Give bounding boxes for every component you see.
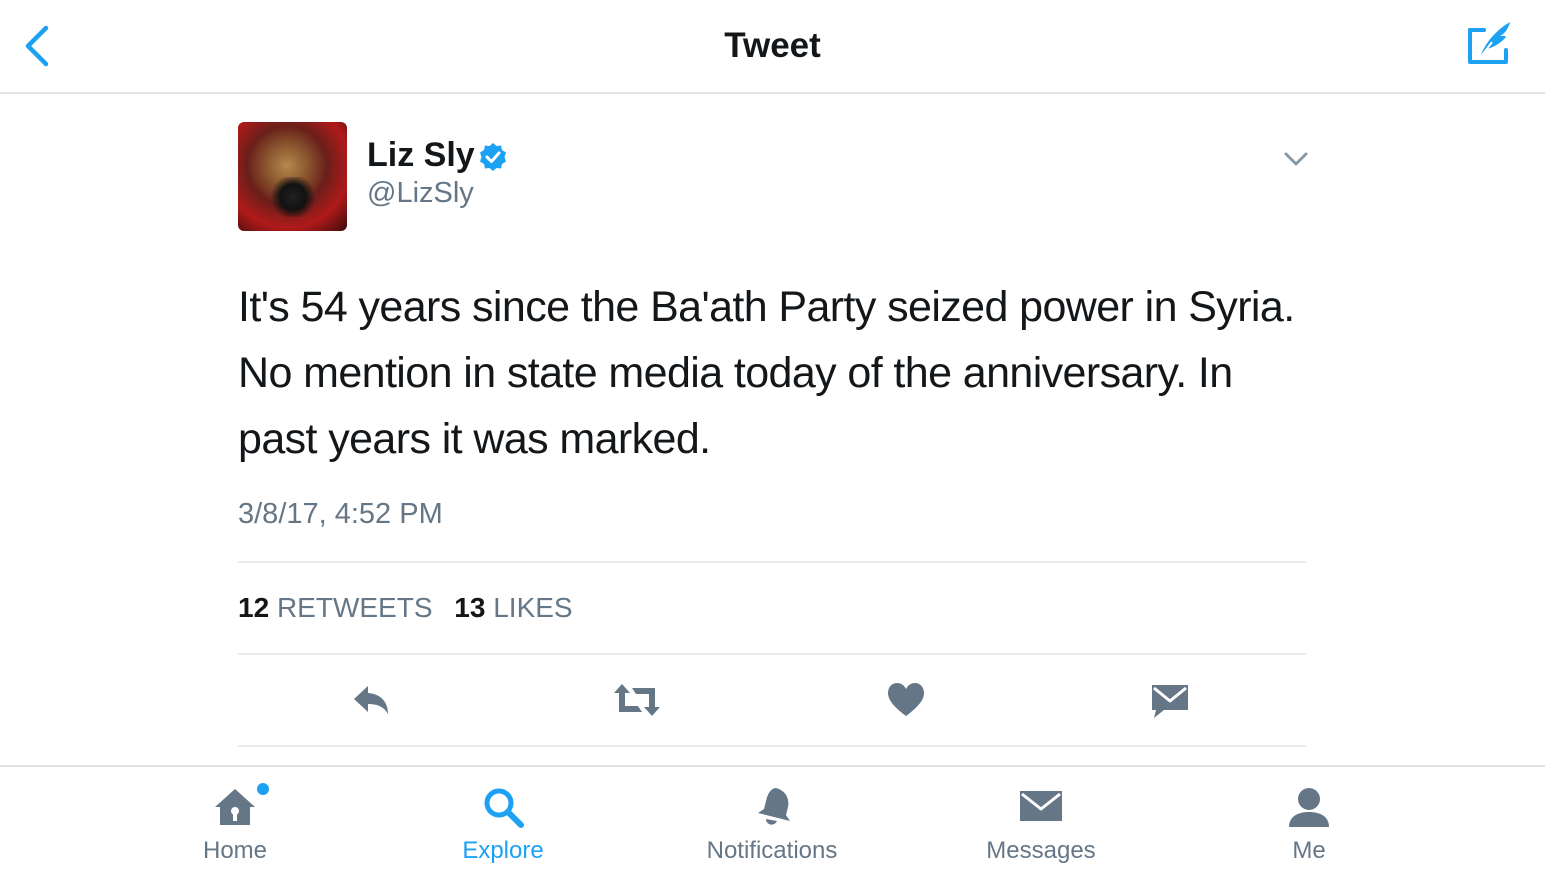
search-icon: [484, 788, 524, 828]
divider: [238, 653, 1306, 655]
bottom-tab-bar: Home Explore Notifications Messages Me: [0, 765, 1545, 869]
tab-label: Explore: [462, 837, 544, 864]
divider: [238, 745, 1306, 747]
avatar[interactable]: [238, 122, 347, 231]
retweet-icon: [614, 684, 660, 716]
retweets-stat[interactable]: 12 RETWEETS: [238, 592, 433, 624]
tweet-actions: [238, 670, 1306, 730]
person-icon: [1289, 788, 1329, 827]
reply-icon: [354, 686, 388, 714]
compose-quill-icon: [1468, 22, 1510, 64]
envelope-icon: [1020, 791, 1062, 821]
bell-icon: [758, 788, 790, 825]
page-title: Tweet: [724, 26, 821, 65]
author-handle[interactable]: @LizSly: [367, 177, 474, 210]
chevron-down-icon[interactable]: [1282, 148, 1310, 170]
retweets-count: 12: [238, 592, 270, 623]
like-button[interactable]: [884, 680, 928, 720]
reply-button[interactable]: [350, 680, 394, 720]
tab-label: Notifications: [706, 837, 838, 864]
likes-label: LIKES: [493, 592, 573, 623]
tweet-text: It's 54 years since the Ba'ath Party sei…: [238, 283, 1295, 463]
likes-count: 13: [454, 592, 486, 623]
retweets-label: RETWEETS: [276, 592, 433, 623]
tab-label: Home: [202, 837, 268, 864]
tab-label: Messages: [986, 837, 1096, 864]
tab-notifications[interactable]: Notifications: [672, 767, 872, 871]
compose-tweet-button[interactable]: [1462, 18, 1518, 70]
tab-explore[interactable]: Explore: [403, 767, 603, 871]
tweet-timestamp: 3/8/17, 4:52 PM: [238, 498, 443, 530]
retweet-button[interactable]: [612, 680, 662, 720]
author-name[interactable]: Liz Sly: [367, 136, 475, 175]
verified-badge-icon: [480, 143, 506, 171]
envelope-icon: [1152, 685, 1188, 718]
tab-messages[interactable]: Messages: [941, 767, 1141, 871]
divider: [238, 561, 1306, 563]
tweet-stats: 12 RETWEETS 13 LIKES: [238, 592, 587, 624]
likes-stat[interactable]: 13 LIKES: [454, 592, 572, 624]
home-icon: [215, 789, 255, 825]
tab-me[interactable]: Me: [1209, 767, 1409, 871]
top-nav-bar: Tweet: [0, 0, 1545, 94]
tab-home[interactable]: Home: [135, 767, 335, 871]
tab-label: Me: [1292, 837, 1326, 864]
direct-message-button[interactable]: [1148, 680, 1192, 720]
notification-dot: [257, 783, 269, 795]
heart-icon: [888, 683, 924, 716]
